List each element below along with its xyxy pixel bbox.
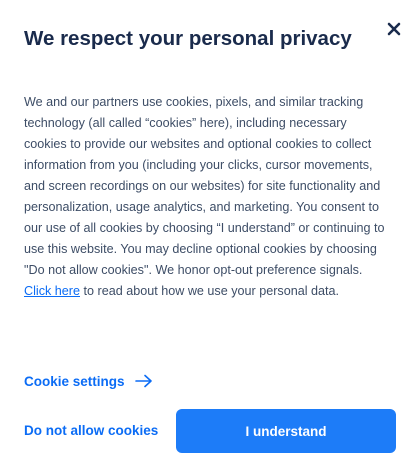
- close-icon: [387, 22, 401, 36]
- body-text-part2: to read about how we use your personal d…: [80, 284, 340, 298]
- cookie-settings-label: Cookie settings: [24, 373, 125, 389]
- privacy-link[interactable]: Click here: [24, 284, 80, 298]
- do-not-allow-cookies-button[interactable]: Do not allow cookies: [24, 420, 158, 442]
- close-button[interactable]: [384, 19, 404, 39]
- i-understand-button[interactable]: I understand: [176, 409, 396, 453]
- cookie-settings-link[interactable]: Cookie settings: [24, 370, 153, 392]
- body-text-part1: We and our partners use cookies, pixels,…: [24, 95, 385, 277]
- arrow-right-icon: [134, 374, 153, 388]
- dialog-title: We respect your personal privacy: [24, 27, 352, 50]
- cookie-consent-dialog: We respect your personal privacy We and …: [0, 0, 420, 475]
- dialog-body: We and our partners use cookies, pixels,…: [24, 92, 386, 302]
